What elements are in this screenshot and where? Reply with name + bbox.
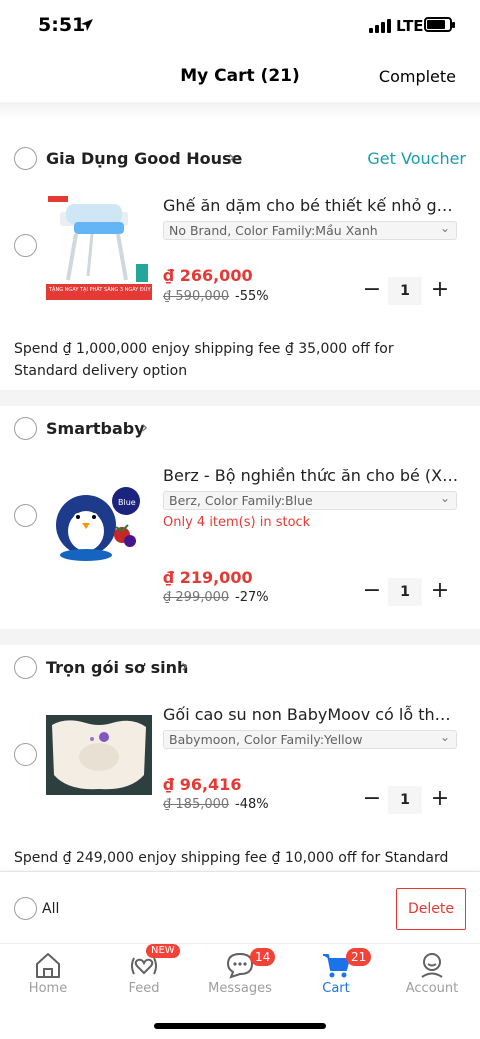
tab-feed[interactable]: NEW Feed xyxy=(96,944,192,1004)
tab-label: Cart xyxy=(322,981,350,996)
chevron-down-icon: ⌄ xyxy=(439,730,450,744)
item-select-radio[interactable] xyxy=(14,234,37,257)
complete-button[interactable]: Complete xyxy=(379,67,456,86)
variant-label: Babymoon, Color Family:Yellow xyxy=(169,732,363,747)
product-price: ₫ 96,416 xyxy=(163,775,242,794)
delete-button[interactable]: Delete xyxy=(396,888,466,930)
status-time: 5:51 xyxy=(38,14,86,36)
discount-label: -27% xyxy=(235,590,269,605)
cart-badge: 21 xyxy=(346,948,372,966)
select-all-radio[interactable] xyxy=(14,897,37,920)
cart-header: My Cart (21) Complete xyxy=(0,52,480,102)
shop-name[interactable]: Smartbaby xyxy=(46,419,145,438)
location-arrow-icon xyxy=(81,19,93,31)
chevron-right-icon[interactable]: › xyxy=(141,417,148,438)
cart-action-bar: All Delete xyxy=(0,871,480,943)
shop-name[interactable]: Gia Dụng Good House xyxy=(46,149,242,168)
shipping-promo: Spend ₫ 249,000 enjoy shipping fee ₫ 10,… xyxy=(14,850,449,866)
quantity-stepper: − 1 + xyxy=(360,277,456,305)
chevron-down-icon: ⌄ xyxy=(439,221,450,235)
product-price: ₫ 219,000 xyxy=(163,568,253,587)
quantity-value[interactable]: 1 xyxy=(388,786,422,814)
product-title[interactable]: Ghế ăn dặm cho bé thiết kế nhỏ gọn... xyxy=(163,196,459,215)
tab-account[interactable]: Account xyxy=(384,944,480,1004)
shop-name[interactable]: Trọn gói sơ sinh xyxy=(46,658,188,677)
section-divider xyxy=(0,390,480,406)
variant-label: Berz, Color Family:Blue xyxy=(169,493,313,508)
item-select-radio[interactable] xyxy=(14,504,37,527)
product-title[interactable]: Berz - Bộ nghiền thức ăn cho bé (Xan... xyxy=(163,466,459,485)
discount-label: -55% xyxy=(235,289,269,304)
tab-label: Account xyxy=(405,981,459,996)
variant-selector[interactable]: Babymoon, Color Family:Yellow ⌄ xyxy=(163,730,457,749)
battery-icon xyxy=(424,17,455,32)
product-image-high-chair[interactable]: TẶNG NGAY TẠI PHÁT SÀNG 3 NGÀY ĐỦY NHẤT xyxy=(46,194,152,300)
network-label: LTE xyxy=(396,17,424,35)
signal-icon xyxy=(369,18,391,33)
shop-select-radio[interactable] xyxy=(14,147,37,170)
variant-selector[interactable]: No Brand, Color Family:Mầu Xanh ⌄ xyxy=(163,221,457,240)
chevron-right-icon[interactable]: › xyxy=(228,147,235,168)
decrease-quantity-button[interactable]: − xyxy=(360,578,384,604)
stock-warning: Only 4 item(s) in stock xyxy=(163,515,311,530)
quantity-value[interactable]: 1 xyxy=(388,277,422,305)
shop-select-radio[interactable] xyxy=(14,417,37,440)
section-divider xyxy=(0,629,480,645)
header-divider xyxy=(0,102,480,120)
product-image-food-grinder[interactable]: Blue xyxy=(46,465,152,571)
get-voucher-link[interactable]: Get Voucher xyxy=(367,149,466,168)
image-banner-text: TẶNG NGAY TẠI PHÁT SÀNG 3 NGÀY ĐỦY NHẤT xyxy=(48,285,152,293)
discount-label: -48% xyxy=(235,797,269,812)
decrease-quantity-button[interactable]: − xyxy=(360,786,384,812)
product-price: ₫ 266,000 xyxy=(163,266,253,285)
chevron-down-icon: ⌄ xyxy=(439,491,450,505)
tab-home[interactable]: Home xyxy=(0,944,96,1004)
product-title[interactable]: Gối cao su non BabyMoov có lỗ thôn... xyxy=(163,705,459,724)
select-all-label[interactable]: All xyxy=(42,901,59,917)
quantity-value[interactable]: 1 xyxy=(388,578,422,606)
shop-select-radio[interactable] xyxy=(14,656,37,679)
new-badge: NEW xyxy=(146,944,180,958)
original-price: ₫ 299,000 xyxy=(163,590,230,605)
tab-messages[interactable]: 14 Messages xyxy=(192,944,288,1004)
original-price: ₫ 185,000 xyxy=(163,797,230,812)
image-tag-text: Blue xyxy=(118,498,136,507)
original-price: ₫ 590,000 xyxy=(163,289,230,304)
item-select-radio[interactable] xyxy=(14,743,37,766)
variant-selector[interactable]: Berz, Color Family:Blue ⌄ xyxy=(163,491,457,510)
increase-quantity-button[interactable]: + xyxy=(428,578,452,604)
tab-label: Home xyxy=(28,981,68,996)
tab-cart[interactable]: 21 Cart xyxy=(288,944,384,1004)
chevron-right-icon[interactable]: › xyxy=(181,656,188,677)
product-image-pillow[interactable] xyxy=(46,715,152,795)
tab-label: Feed xyxy=(128,981,160,996)
tab-label: Messages xyxy=(208,981,272,996)
decrease-quantity-button[interactable]: − xyxy=(360,277,384,303)
account-icon xyxy=(421,953,443,978)
variant-label: No Brand, Color Family:Mầu Xanh xyxy=(169,223,378,238)
shipping-promo: Spend ₫ 1,000,000 enjoy shipping fee ₫ 3… xyxy=(14,341,394,379)
increase-quantity-button[interactable]: + xyxy=(428,277,452,303)
increase-quantity-button[interactable]: + xyxy=(428,786,452,812)
messages-badge: 14 xyxy=(250,948,276,966)
quantity-stepper: − 1 + xyxy=(360,786,456,814)
quantity-stepper: − 1 + xyxy=(360,578,456,606)
home-indicator xyxy=(154,1023,326,1029)
home-icon xyxy=(36,953,60,978)
status-bar: 5:51 LTE xyxy=(0,0,480,52)
